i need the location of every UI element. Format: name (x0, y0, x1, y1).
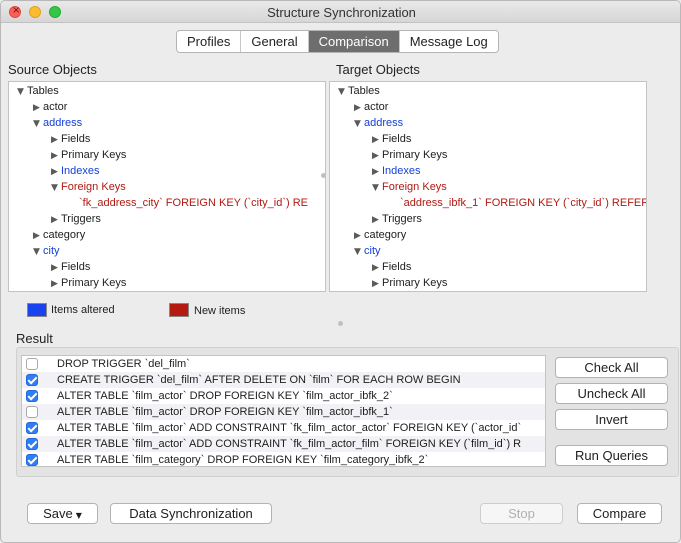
tree-node-primary-keys[interactable]: ▶ Primary Keys (51, 275, 126, 291)
disclosure-closed-icon[interactable]: ▶ (51, 260, 61, 276)
tree-node-address[interactable]: ▼ address (354, 115, 403, 131)
query-row[interactable]: ALTER TABLE `film_actor` DROP FOREIGN KE… (22, 388, 545, 404)
tree-node-city[interactable]: ▼ city (354, 243, 381, 259)
run-queries-button[interactable]: Run Queries (555, 445, 668, 466)
query-row[interactable]: ALTER TABLE `film_category` DROP FOREIGN… (22, 452, 545, 466)
new-items-label: New items (194, 305, 246, 317)
tree-node-address[interactable]: ▼ address (33, 115, 82, 131)
tree-node-actor[interactable]: ▶ actor (354, 99, 388, 115)
query-checkbox[interactable] (26, 422, 38, 434)
title-bar: × Structure Synchronization (1, 1, 680, 23)
tree-node-indexes[interactable]: ▶ Indexes (51, 163, 100, 179)
tree-node-tables[interactable]: ▼ Tables (17, 83, 59, 99)
compare-button[interactable]: Compare (577, 503, 662, 524)
disclosure-closed-icon[interactable]: ▶ (372, 148, 382, 164)
source-objects-tree[interactable]: ▼ Tables ▶ actor ▼ address ▶ Fields ▶ Primary… (8, 81, 326, 292)
stop-button[interactable]: Stop (480, 503, 563, 524)
disclosure-closed-icon[interactable]: ▶ (33, 228, 43, 244)
disclosure-open-icon[interactable]: ▼ (354, 244, 364, 260)
tree-node-fields[interactable]: ▶ Fields (372, 259, 411, 275)
query-checkbox[interactable] (26, 454, 38, 466)
tree-node-category[interactable]: ▶ category (354, 227, 406, 243)
tree-node-fields[interactable]: ▶ Fields (51, 131, 90, 147)
tab-profiles[interactable]: Profiles (177, 31, 242, 52)
query-row[interactable]: ALTER TABLE `film_actor` ADD CONSTRAINT … (22, 420, 545, 436)
tree-node-triggers[interactable]: ▶ Triggers (51, 211, 101, 227)
disclosure-closed-icon[interactable]: ▶ (51, 148, 61, 164)
save-button[interactable]: Save ▼ (27, 503, 98, 524)
split-view-handle[interactable] (338, 321, 343, 326)
query-checkbox[interactable] (26, 390, 38, 402)
query-checkbox[interactable] (26, 374, 38, 386)
tree-node-primary-keys[interactable]: ▶ Primary Keys (51, 147, 126, 163)
query-checkbox[interactable] (26, 438, 38, 450)
disclosure-open-icon[interactable]: ▼ (33, 244, 43, 260)
items-altered-swatch (27, 303, 47, 317)
tab-general[interactable]: General (241, 31, 309, 52)
disclosure-closed-icon[interactable]: ▶ (372, 276, 382, 291)
disclosure-closed-icon[interactable]: ▶ (354, 100, 364, 116)
query-row[interactable]: DROP TRIGGER `del_film` (22, 356, 545, 372)
disclosure-closed-icon[interactable]: ▶ (372, 260, 382, 276)
result-label: Result (16, 331, 53, 346)
tree-node-foreign-key-item[interactable]: `fk_address_city` FOREIGN KEY (`city_id`… (79, 195, 308, 211)
tree-node-tables[interactable]: ▼ Tables (338, 83, 380, 99)
tab-comparison[interactable]: Comparison (308, 31, 400, 52)
disclosure-closed-icon[interactable]: ▶ (51, 132, 61, 148)
disclosure-open-icon[interactable]: ▼ (372, 180, 382, 196)
disclosure-closed-icon[interactable]: ▶ (51, 164, 61, 180)
disclosure-open-icon[interactable]: ▼ (354, 116, 364, 132)
query-list[interactable]: DROP TRIGGER `del_film` CREATE TRIGGER `… (21, 355, 546, 467)
tree-node-primary-keys[interactable]: ▶ Primary Keys (372, 147, 447, 163)
disclosure-open-icon[interactable]: ▼ (33, 116, 43, 132)
tree-node-fields[interactable]: ▶ Fields (372, 131, 411, 147)
tree-node-fields[interactable]: ▶ Fields (51, 259, 90, 275)
query-row[interactable]: ALTER TABLE `film_actor` DROP FOREIGN KE… (22, 404, 545, 420)
tree-node-triggers[interactable]: ▶ Triggers (372, 211, 422, 227)
tab-message-log[interactable]: Message Log (399, 31, 498, 52)
disclosure-open-icon[interactable]: ▼ (338, 84, 348, 100)
disclosure-closed-icon[interactable]: ▶ (372, 132, 382, 148)
tree-node-primary-keys[interactable]: ▶ Primary Keys (372, 275, 447, 291)
tree-node-category[interactable]: ▶ category (33, 227, 85, 243)
query-checkbox[interactable] (26, 406, 38, 418)
disclosure-open-icon[interactable]: ▼ (17, 84, 27, 100)
tree-node-city[interactable]: ▼ city (33, 243, 60, 259)
tree-node-foreign-keys[interactable]: ▼ Foreign Keys (51, 179, 126, 195)
query-checkbox[interactable] (26, 358, 38, 370)
structure-sync-window: × Structure Synchronization Profiles Gen… (0, 0, 681, 543)
data-synchronization-button[interactable]: Data Synchronization (110, 503, 272, 524)
tree-node-foreign-key-item[interactable]: `address_ibfk_1` FOREIGN KEY (`city_id`)… (400, 195, 646, 211)
window-title: Structure Synchronization (267, 5, 416, 20)
disclosure-closed-icon[interactable]: ▶ (372, 164, 382, 180)
disclosure-closed-icon[interactable]: ▶ (51, 212, 61, 228)
source-objects-label: Source Objects (8, 62, 97, 77)
query-row[interactable]: ALTER TABLE `film_actor` ADD CONSTRAINT … (22, 436, 545, 452)
tree-node-foreign-keys[interactable]: ▼ Foreign Keys (372, 179, 447, 195)
items-altered-label: Items altered (51, 304, 115, 316)
tree-node-indexes[interactable]: ▶ Indexes (372, 163, 421, 179)
tab-bar: Profiles General Comparison Message Log (176, 30, 499, 53)
check-all-button[interactable]: Check All (555, 357, 668, 378)
disclosure-closed-icon[interactable]: ▶ (372, 212, 382, 228)
tree-node-actor[interactable]: ▶ actor (33, 99, 67, 115)
query-row[interactable]: CREATE TRIGGER `del_film` AFTER DELETE O… (22, 372, 545, 388)
disclosure-closed-icon[interactable]: ▶ (354, 228, 364, 244)
dropdown-caret-icon: ▼ (75, 511, 82, 520)
disclosure-closed-icon[interactable]: ▶ (51, 276, 61, 291)
disclosure-closed-icon[interactable]: ▶ (33, 100, 43, 116)
disclosure-open-icon[interactable]: ▼ (51, 180, 61, 196)
invert-button[interactable]: Invert (555, 409, 668, 430)
target-objects-label: Target Objects (336, 62, 420, 77)
split-view-handle[interactable] (321, 173, 326, 178)
new-items-swatch (169, 303, 189, 317)
uncheck-all-button[interactable]: Uncheck All (555, 383, 668, 404)
target-objects-tree[interactable]: ▼ Tables ▶ actor ▼ address ▶ Fields ▶ Primary… (329, 81, 647, 292)
